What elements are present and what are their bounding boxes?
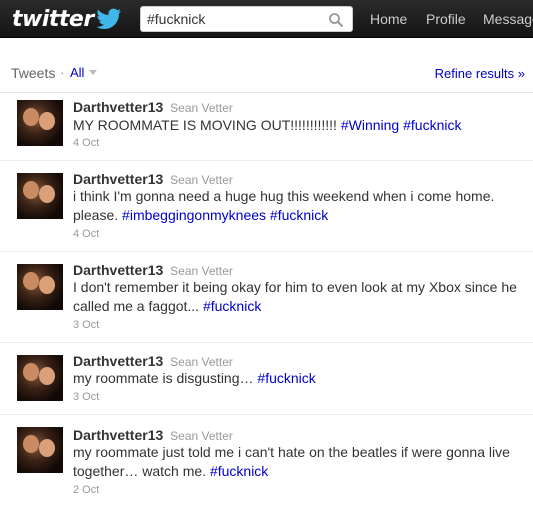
tweet-item: Darthvetter13 Sean Vetter MY ROOMMATE IS… xyxy=(0,93,533,161)
hashtag-link[interactable]: #imbeggingonmyknees xyxy=(122,207,266,223)
hashtag-link[interactable]: #fucknick xyxy=(210,463,268,479)
search-box[interactable] xyxy=(140,6,353,32)
tweet-date[interactable]: 3 Oct xyxy=(73,319,99,331)
separator: · xyxy=(60,64,65,80)
results-header: Tweets · All Refine results » xyxy=(0,38,533,93)
tweet-user: Darthvetter13 Sean Vetter xyxy=(73,353,233,369)
screen-name[interactable]: Darthvetter13 xyxy=(73,171,163,187)
tweet-text: I don't remember it being okay for him t… xyxy=(73,278,518,316)
screen-name[interactable]: Darthvetter13 xyxy=(73,99,163,115)
tweets-title: Tweets xyxy=(11,65,56,81)
search-icon[interactable] xyxy=(328,12,344,28)
tweet-text-part: MY ROOMMATE IS MOVING OUT!!!!!!!!!!!! xyxy=(73,117,341,133)
logo-text: twitter xyxy=(12,6,94,32)
tweet-item: Darthvetter13 Sean Vetter i think I'm go… xyxy=(0,161,533,252)
tweet-date[interactable]: 4 Oct xyxy=(73,137,99,149)
hashtag-link[interactable]: #Winning xyxy=(341,117,399,133)
tweet-date[interactable]: 4 Oct xyxy=(73,228,99,240)
screen-name[interactable]: Darthvetter13 xyxy=(73,262,163,278)
tweet-user: Darthvetter13 Sean Vetter xyxy=(73,171,233,187)
full-name: Sean Vetter xyxy=(170,173,233,187)
tweet-text-part: my roommate just told me i can't hate on… xyxy=(73,444,510,479)
tweet-item: Darthvetter13 Sean Vetter I don't rememb… xyxy=(0,252,533,343)
tweet-text: i think I'm gonna need a huge hug this w… xyxy=(73,187,518,225)
tweet-user: Darthvetter13 Sean Vetter xyxy=(73,262,233,278)
tweet-date[interactable]: 3 Oct xyxy=(73,391,99,403)
search-input[interactable] xyxy=(147,10,322,28)
screen-name[interactable]: Darthvetter13 xyxy=(73,353,163,369)
bird-icon xyxy=(96,8,121,29)
avatar[interactable] xyxy=(17,264,63,310)
tweet-text-part: I don't remember it being okay for him t… xyxy=(73,279,517,314)
top-bar: twitter Home Profile Messages xyxy=(0,0,533,38)
avatar[interactable] xyxy=(17,355,63,401)
chevron-down-icon xyxy=(89,70,98,75)
tweet-text: my roommate just told me i can't hate on… xyxy=(73,443,518,481)
avatar[interactable] xyxy=(17,173,63,219)
hashtag-link[interactable]: #fucknick xyxy=(203,298,261,314)
tweet-user: Darthvetter13 Sean Vetter xyxy=(73,99,233,115)
nav-profile[interactable]: Profile xyxy=(426,11,466,27)
tweet-item: Darthvetter13 Sean Vetter my roommate is… xyxy=(0,343,533,415)
hashtag-link[interactable]: #fucknick xyxy=(270,207,328,223)
hashtag-link[interactable]: #fucknick xyxy=(257,370,315,386)
refine-results-link[interactable]: Refine results » xyxy=(435,66,525,81)
tweet-text-part: my roommate is disgusting… xyxy=(73,370,258,386)
hashtag-link[interactable]: #fucknick xyxy=(403,117,461,133)
tweet-item: Darthvetter13 Sean Vetter my roommate ju… xyxy=(0,415,533,511)
tweet-text: my roommate is disgusting… #fucknick xyxy=(73,369,518,388)
tweet-date[interactable]: 2 Oct xyxy=(73,484,99,496)
filter-label: All xyxy=(70,65,85,80)
twitter-logo[interactable]: twitter xyxy=(12,6,122,32)
full-name: Sean Vetter xyxy=(170,429,233,443)
tweet-text: MY ROOMMATE IS MOVING OUT!!!!!!!!!!!! #W… xyxy=(73,116,518,135)
avatar[interactable] xyxy=(17,427,63,473)
full-name: Sean Vetter xyxy=(170,355,233,369)
full-name: Sean Vetter xyxy=(170,101,233,115)
screen-name[interactable]: Darthvetter13 xyxy=(73,427,163,443)
full-name: Sean Vetter xyxy=(170,264,233,278)
filter-dropdown[interactable]: All xyxy=(70,65,98,80)
nav-home[interactable]: Home xyxy=(370,11,407,27)
tweet-user: Darthvetter13 Sean Vetter xyxy=(73,427,233,443)
avatar[interactable] xyxy=(17,100,63,146)
nav-messages[interactable]: Messages xyxy=(483,11,533,27)
